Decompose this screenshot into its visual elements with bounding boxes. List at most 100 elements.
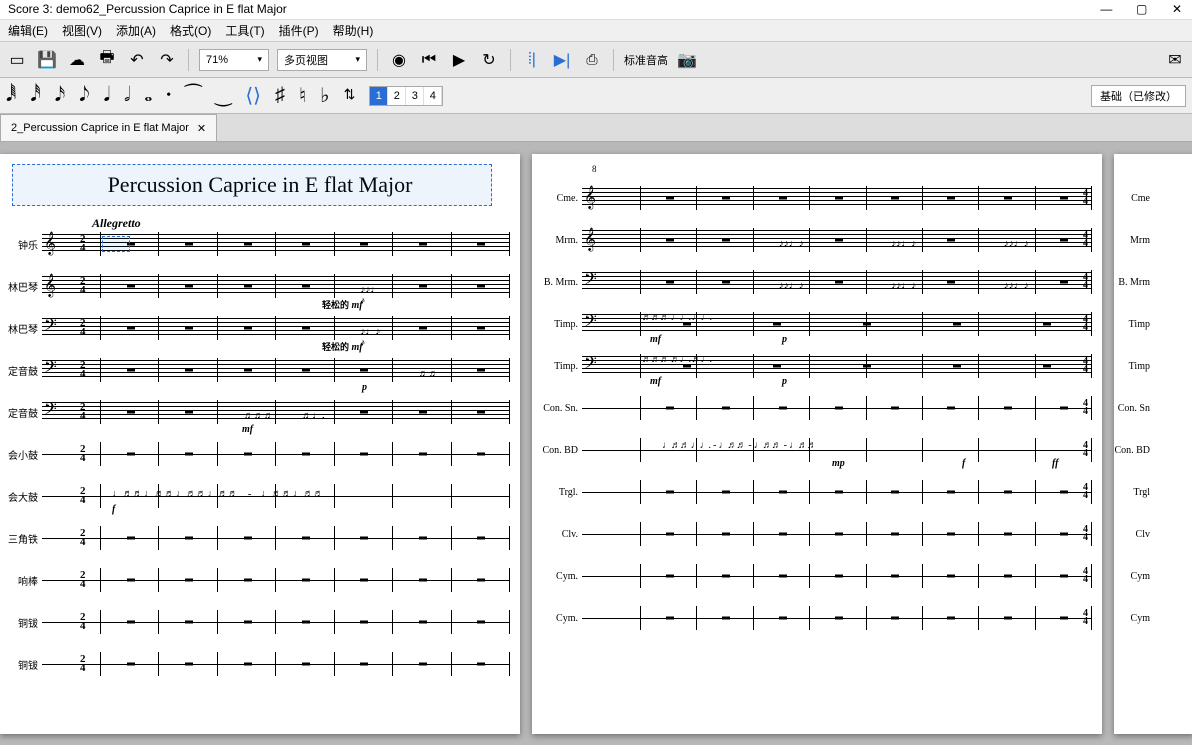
staff-row[interactable]: Clv	[1104, 520, 1184, 548]
staff[interactable]: 𝄢44♬♬♬ ♬♩. ♬♩.mfp	[582, 352, 1092, 380]
note-16th-icon[interactable]: 𝅘𝅥𝅯	[55, 84, 65, 107]
workspace-label[interactable]: 基础（已修改）	[1091, 85, 1186, 107]
flat-icon[interactable]: ♭	[320, 83, 329, 108]
staff[interactable]: 44	[582, 562, 1092, 590]
tab-close-icon[interactable]: ✕	[197, 122, 206, 135]
print-icon[interactable]: 🖶	[96, 49, 118, 71]
staff[interactable]: 24	[42, 608, 510, 636]
repeat-end-icon[interactable]: ▶|	[551, 49, 573, 71]
staff-row[interactable]: Trgl.44	[532, 478, 1092, 506]
maximize-button[interactable]: ▢	[1135, 2, 1149, 16]
staff[interactable]: 44♩♬♬ ♩♩. - ♩♬♬ - ♩♬♬ - ♩♬♬mpfff	[582, 436, 1092, 464]
play-icon[interactable]: ▶	[448, 49, 470, 71]
score-page-2[interactable]: 8 Cme.𝄞44Mrm.𝄞44♪♪♩♪♪♪♩♪♪♪♩♪B. Mrm.𝄢44♪♪…	[532, 154, 1102, 734]
view-mode-select[interactable]: 多页视图	[277, 49, 367, 71]
slur-icon[interactable]: ‿	[215, 83, 231, 108]
redo-icon[interactable]: ↷	[156, 49, 178, 71]
note-64th-icon[interactable]: 𝅘𝅥𝅱	[6, 84, 16, 107]
score-page-1[interactable]: Percussion Caprice in E flat Major Alleg…	[0, 154, 520, 734]
staff[interactable]: 44	[582, 520, 1092, 548]
staff-row[interactable]: 铜钹24	[0, 650, 510, 678]
staff-row[interactable]: Cym.44	[532, 562, 1092, 590]
save-icon[interactable]: 💾	[36, 49, 58, 71]
menu-edit[interactable]: 编辑(E)	[8, 22, 48, 39]
staff-row[interactable]: Timp.𝄢44♬♬♬ ♩♩. ♩♩.mfp	[532, 310, 1092, 338]
staff-row[interactable]: Cym.44	[532, 604, 1092, 632]
staff[interactable]: 𝄞24	[42, 230, 510, 258]
staff[interactable]: 𝄢24♬♬p	[42, 356, 510, 384]
voice-3[interactable]: 3	[406, 87, 424, 105]
voice-2[interactable]: 2	[388, 87, 406, 105]
tie-icon[interactable]: ⁀	[185, 83, 201, 108]
score-page-3[interactable]: CmeMrmB. MrmTimpTimpCon. SnCon. BDTrglCl…	[1114, 154, 1192, 734]
staff-row[interactable]: 会小鼓24	[0, 440, 510, 468]
note-32nd-icon[interactable]: 𝅘𝅥𝅰	[30, 84, 40, 107]
staff-row[interactable]: 定音鼓𝄢24♬♬♬♬♩.mf	[0, 398, 510, 426]
cloud-icon[interactable]: ☁	[66, 49, 88, 71]
staff-row[interactable]: 三角铁24	[0, 524, 510, 552]
staff-row[interactable]: 会大鼓24♩♬♬ ♩♬♬ ♩♬♬ ♩♬♬ - ♩♬♬ ♩♬♬f	[0, 482, 510, 510]
metronome-icon[interactable]: ◉	[388, 49, 410, 71]
note-8th-icon[interactable]: 𝅘𝅥𝅮	[79, 84, 89, 107]
minimize-button[interactable]: —	[1099, 2, 1113, 16]
staff-row[interactable]: Con. BD44♩♬♬ ♩♩. - ♩♬♬ - ♩♬♬ - ♩♬♬mpfff	[532, 436, 1092, 464]
staff-row[interactable]: Con. Sn.44	[532, 394, 1092, 422]
staff[interactable]: 24	[42, 440, 510, 468]
staff-row[interactable]: Mrm	[1104, 226, 1184, 254]
staff-row[interactable]: Cme	[1104, 184, 1184, 212]
note-quarter-icon[interactable]: 𝅘𝅥	[104, 84, 110, 107]
staff-row[interactable]: Cym	[1104, 562, 1184, 590]
score-workspace[interactable]: Percussion Caprice in E flat Major Alleg…	[0, 142, 1192, 745]
staff-row[interactable]: 钟乐𝄞24	[0, 230, 510, 258]
voice-1[interactable]: 1	[370, 87, 388, 105]
staff-row[interactable]: 林巴琴𝄞24♪♪♩ ♪轻松的 mf	[0, 272, 510, 300]
repeat-start-icon[interactable]: ⦙|	[521, 49, 543, 71]
camera-icon[interactable]: 📷	[676, 49, 698, 71]
staff-row[interactable]: Timp	[1104, 310, 1184, 338]
staff[interactable]: 44	[582, 604, 1092, 632]
dot-icon[interactable]: •	[166, 88, 171, 104]
staff-row[interactable]: Con. BD	[1104, 436, 1184, 464]
sharp-icon[interactable]: ♯	[275, 84, 285, 107]
pan-icon[interactable]: ⎙	[581, 49, 603, 71]
staff[interactable]: 𝄞44♪♪♩♪♪♪♩♪♪♪♩♪	[582, 226, 1092, 254]
staff-row[interactable]: Con. Sn	[1104, 394, 1184, 422]
tab-score[interactable]: 2_Percussion Caprice in E flat Major ✕	[0, 114, 217, 141]
voice-4[interactable]: 4	[424, 87, 442, 105]
staff[interactable]: 44	[582, 394, 1092, 422]
staff-row[interactable]: Trgl	[1104, 478, 1184, 506]
staff-row[interactable]: 响棒24	[0, 566, 510, 594]
feedback-icon[interactable]: ✉	[1164, 49, 1186, 71]
marcato-icon[interactable]: ⟨⟩	[245, 83, 261, 108]
menu-view[interactable]: 视图(V)	[62, 22, 102, 39]
staff-row[interactable]: B. Mrm.𝄢44♪♪♩♪♪♪♩♪♪♪♩♪	[532, 268, 1092, 296]
loop-icon[interactable]: ↻	[478, 49, 500, 71]
note-whole-icon[interactable]: 𝅝	[144, 84, 152, 107]
staff[interactable]: 𝄞24♪♪♩ ♪轻松的 mf	[42, 272, 510, 300]
staff-row[interactable]: B. Mrm	[1104, 268, 1184, 296]
staff[interactable]: 𝄢24♬♬♬♬♩.mf	[42, 398, 510, 426]
staff[interactable]: 𝄢44♬♬♬ ♩♩. ♩♩.mfp	[582, 310, 1092, 338]
staff[interactable]: 𝄞44	[582, 184, 1092, 212]
close-button[interactable]: ✕	[1170, 2, 1184, 16]
natural-icon[interactable]: ♮	[299, 83, 306, 108]
undo-icon[interactable]: ↶	[126, 49, 148, 71]
staff-row[interactable]: 定音鼓𝄢24♬♬p	[0, 356, 510, 384]
tempo-marking[interactable]: Allegretto	[92, 216, 141, 231]
menu-help[interactable]: 帮助(H)	[333, 22, 374, 39]
staff[interactable]: 24	[42, 524, 510, 552]
staff[interactable]: 𝄢44♪♪♩♪♪♪♩♪♪♪♩♪	[582, 268, 1092, 296]
staff[interactable]: 24	[42, 566, 510, 594]
staff-row[interactable]: Cym	[1104, 604, 1184, 632]
staff-row[interactable]: Mrm.𝄞44♪♪♩♪♪♪♩♪♪♪♩♪	[532, 226, 1092, 254]
staff[interactable]: 44	[582, 478, 1092, 506]
staff[interactable]: 24	[42, 650, 510, 678]
staff-row[interactable]: Cme.𝄞44	[532, 184, 1092, 212]
staff[interactable]: 𝄢24♪♩♪ ♪轻松的 mf	[42, 314, 510, 342]
menu-format[interactable]: 格式(O)	[170, 22, 211, 39]
flip-icon[interactable]: ⇅	[344, 87, 356, 104]
staff-row[interactable]: Clv.44	[532, 520, 1092, 548]
note-half-icon[interactable]: 𝅗𝅥	[124, 84, 130, 107]
menu-tools[interactable]: 工具(T)	[225, 22, 264, 39]
zoom-select[interactable]: 71%	[199, 49, 269, 71]
